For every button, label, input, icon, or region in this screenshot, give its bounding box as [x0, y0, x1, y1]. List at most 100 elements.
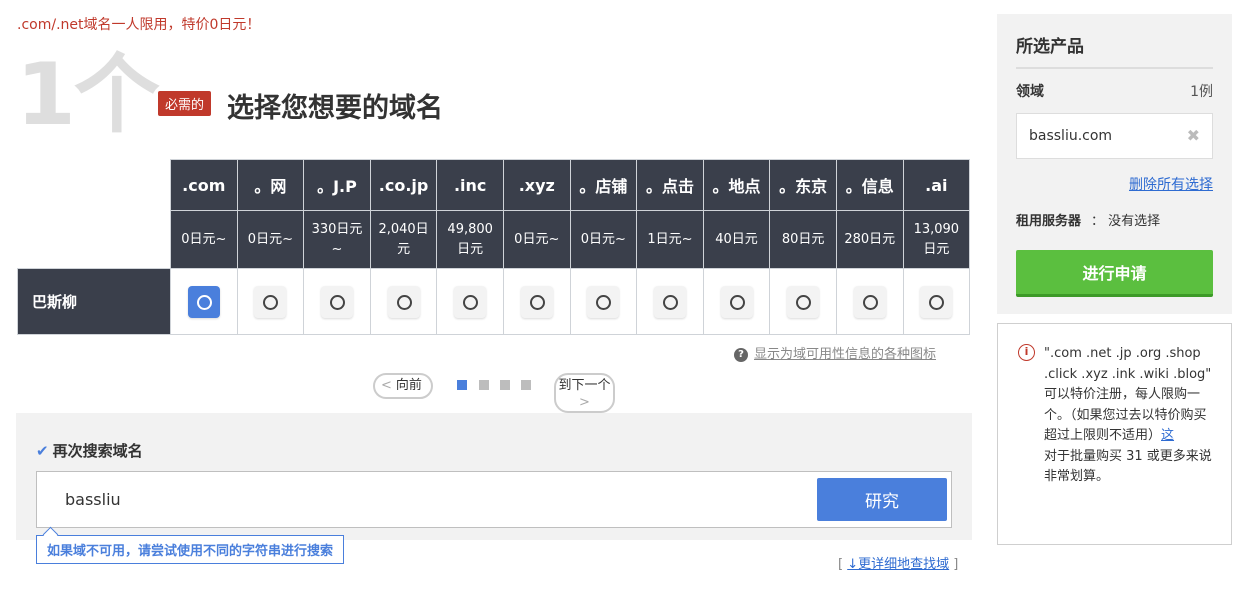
icons-help-link[interactable]: 显示为域可用性信息的各种图标 — [754, 347, 936, 362]
page-dot[interactable] — [457, 380, 467, 390]
domain-cell — [636, 268, 704, 335]
extension-header-row: .com 。网 。J.P .co.jp .inc .xyz 。店铺 。点击 。地… — [17, 159, 971, 211]
divider — [1016, 67, 1213, 69]
side-title: 所选产品 — [1016, 37, 1084, 57]
domain-cell — [702, 268, 771, 335]
search-input[interactable] — [65, 486, 805, 512]
domain-checkbox[interactable] — [320, 285, 353, 318]
domain-cell — [303, 268, 371, 335]
ext-header: .ai — [902, 159, 971, 211]
notice-link[interactable]: 这 — [1161, 428, 1174, 443]
domain-cell — [769, 268, 837, 335]
research-title: ✔ 再次搜索域名 — [36, 440, 143, 461]
help-icon: ? — [734, 348, 748, 362]
domain-checkbox[interactable] — [254, 285, 287, 318]
domain-label: 领域 — [1016, 84, 1044, 100]
search-tooltip: 如果域不可用，请尝试使用不同的字符串进行搜索 — [36, 535, 345, 564]
domain-checkbox[interactable] — [387, 285, 420, 318]
step-number: 1个 — [16, 45, 160, 145]
ext-header: 。信息 — [835, 159, 904, 211]
price-header: 280日元 — [835, 210, 904, 269]
required-badge: 必需的 — [158, 91, 212, 116]
server-label: 租用服务器 — [1016, 214, 1082, 229]
price-header: 13,090 日元 — [902, 210, 971, 269]
price-header: 80日元 — [769, 210, 837, 269]
server-value: 没有选择 — [1108, 214, 1161, 229]
domain-cell — [502, 268, 571, 335]
prev-page-button[interactable]: < 向前 — [373, 373, 433, 399]
ext-header: .com — [170, 159, 238, 211]
price-header: 0日元~ — [170, 210, 238, 269]
notice-body-2: 对于批量购买 31 或更多来说非常划算。 — [1044, 448, 1212, 485]
chevron-right-icon: > — [579, 395, 590, 410]
promo-text: .com/.net域名一人限用，特价0日元！ — [17, 17, 261, 33]
ext-header: .co.jp — [369, 159, 438, 211]
search-button[interactable]: 研究 — [817, 478, 947, 521]
selected-products-panel: 所选产品 领域 1例 bassliu.com ✖ 删除所有选择 租用服务器 ： 没… — [997, 14, 1232, 314]
page-title: 选择您想要的域名 — [227, 93, 443, 124]
apply-button[interactable]: 进行申请 — [1016, 250, 1213, 297]
ext-header: 。J.P — [303, 159, 371, 211]
table-corner — [17, 159, 171, 211]
domain-checkbox[interactable] — [920, 285, 953, 318]
next-page-button[interactable]: 到下一个 > — [554, 373, 615, 413]
domain-checkbox[interactable] — [653, 285, 686, 318]
domain-checkbox[interactable] — [787, 285, 820, 318]
detail-search-link[interactable]: ↓更详细地查找域 — [847, 557, 949, 572]
page-dot[interactable] — [521, 380, 531, 390]
domain-cell — [902, 268, 971, 335]
domain-cell — [369, 268, 438, 335]
domain-checkbox[interactable] — [720, 285, 753, 318]
ext-header: .inc — [436, 159, 504, 211]
selected-domain-chip: bassliu.com ✖ — [1016, 113, 1213, 159]
table-row: 巴斯柳 — [17, 268, 971, 335]
delete-all-link[interactable]: 删除所有选择 — [1129, 174, 1213, 194]
price-header: 0日元~ — [569, 210, 638, 269]
domain-checkbox[interactable] — [853, 285, 886, 318]
domain-row-label: 巴斯柳 — [17, 268, 171, 335]
domain-checkbox[interactable] — [520, 285, 553, 318]
next-label: 到下一个 — [558, 378, 611, 393]
check-icon: ✔ — [36, 442, 49, 460]
search-box: 研究 — [36, 471, 952, 528]
info-icon: i — [1018, 344, 1035, 361]
price-header-row: 0日元~ 0日元~ 330日元~ 2,040日元 49,800 日元 0日元~ … — [17, 210, 971, 269]
ext-header: 。网 — [236, 159, 305, 211]
notice-text: ".com .net .jp .org .shop .click .xyz .i… — [1044, 344, 1216, 488]
domain-cell — [236, 268, 305, 335]
server-row: 租用服务器 ： 没有选择 — [1016, 210, 1160, 229]
price-header: 0日元~ — [236, 210, 305, 269]
ext-header: 。店铺 — [569, 159, 638, 211]
page-dot[interactable] — [479, 380, 489, 390]
table-corner — [17, 210, 171, 269]
server-sep: ： — [1091, 214, 1105, 229]
domain-cell — [170, 268, 238, 335]
research-panel: ✔再次搜索域名 研究 — [16, 413, 972, 540]
ext-header: .xyz — [502, 159, 571, 211]
notice-box: i ".com .net .jp .org .shop .click .xyz … — [997, 323, 1232, 545]
selected-domain-text: bassliu.com — [1029, 128, 1113, 144]
ext-header: 。点击 — [636, 159, 704, 211]
research-title-text: 再次搜索域名 — [52, 442, 143, 460]
domain-count: 1例 — [1190, 84, 1213, 100]
price-header: 40日元 — [702, 210, 771, 269]
chevron-left-icon: < — [381, 378, 392, 393]
price-header: 330日元~ — [303, 210, 371, 269]
page-dot[interactable] — [500, 380, 510, 390]
domain-cell — [436, 268, 504, 335]
domain-checkbox[interactable] — [454, 285, 487, 318]
prev-label: 向前 — [395, 378, 422, 393]
price-header: 49,800 日元 — [436, 210, 504, 269]
domain-cell — [569, 268, 638, 335]
price-header: 1日元~ — [636, 210, 704, 269]
domain-cell — [835, 268, 904, 335]
detail-search: [ ↓更详细地查找域 ] — [838, 557, 959, 572]
ext-header: 。东京 — [769, 159, 837, 211]
domain-checkbox[interactable] — [587, 285, 620, 318]
domain-table: .com 。网 。J.P .co.jp .inc .xyz 。店铺 。点击 。地… — [17, 159, 971, 335]
remove-icon[interactable]: ✖ — [1187, 126, 1200, 145]
ext-header: 。地点 — [702, 159, 771, 211]
notice-body: ".com .net .jp .org .shop .click .xyz .i… — [1044, 346, 1212, 443]
icons-help[interactable]: ? 显示为域可用性信息的各种图标 — [734, 343, 936, 362]
domain-checkbox[interactable] — [187, 285, 220, 318]
